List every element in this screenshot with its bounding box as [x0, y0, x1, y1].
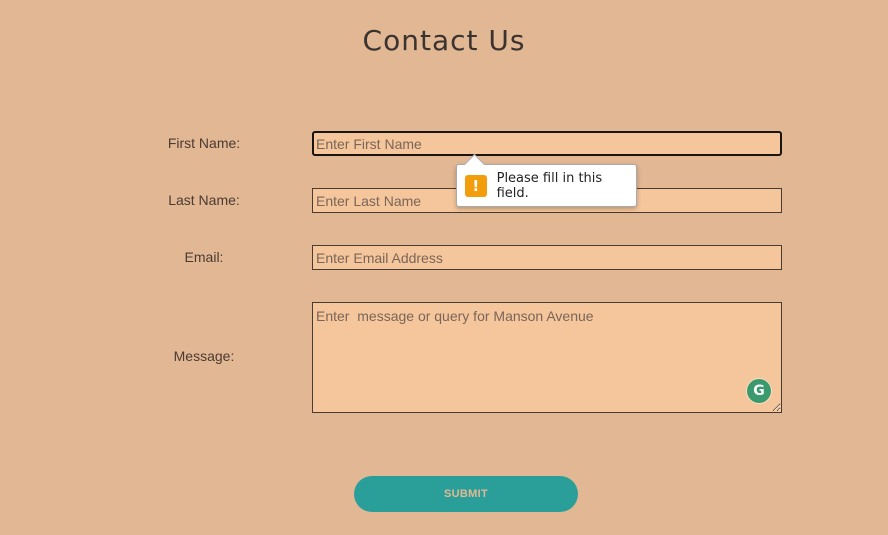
warning-icon: ! — [465, 174, 487, 197]
grammarly-glyph: G — [753, 383, 765, 399]
grammarly-icon[interactable]: G — [747, 379, 771, 403]
submit-button[interactable]: SUBMIT — [354, 476, 578, 512]
message-textarea[interactable] — [312, 302, 782, 413]
last-name-label: Last Name: — [168, 192, 240, 208]
warning-glyph: ! — [472, 176, 480, 195]
first-name-label: First Name: — [167, 135, 241, 151]
tooltip-arrow — [463, 153, 486, 176]
validation-message: Please fill in this field. — [496, 170, 603, 201]
page-title: Contact Us — [362, 24, 526, 57]
validation-tooltip: ! Please fill in this field. — [456, 153, 637, 207]
first-name-input[interactable] — [312, 131, 782, 156]
message-label: Message: — [173, 348, 235, 364]
email-label: Email: — [184, 249, 224, 265]
email-input[interactable] — [312, 245, 782, 270]
